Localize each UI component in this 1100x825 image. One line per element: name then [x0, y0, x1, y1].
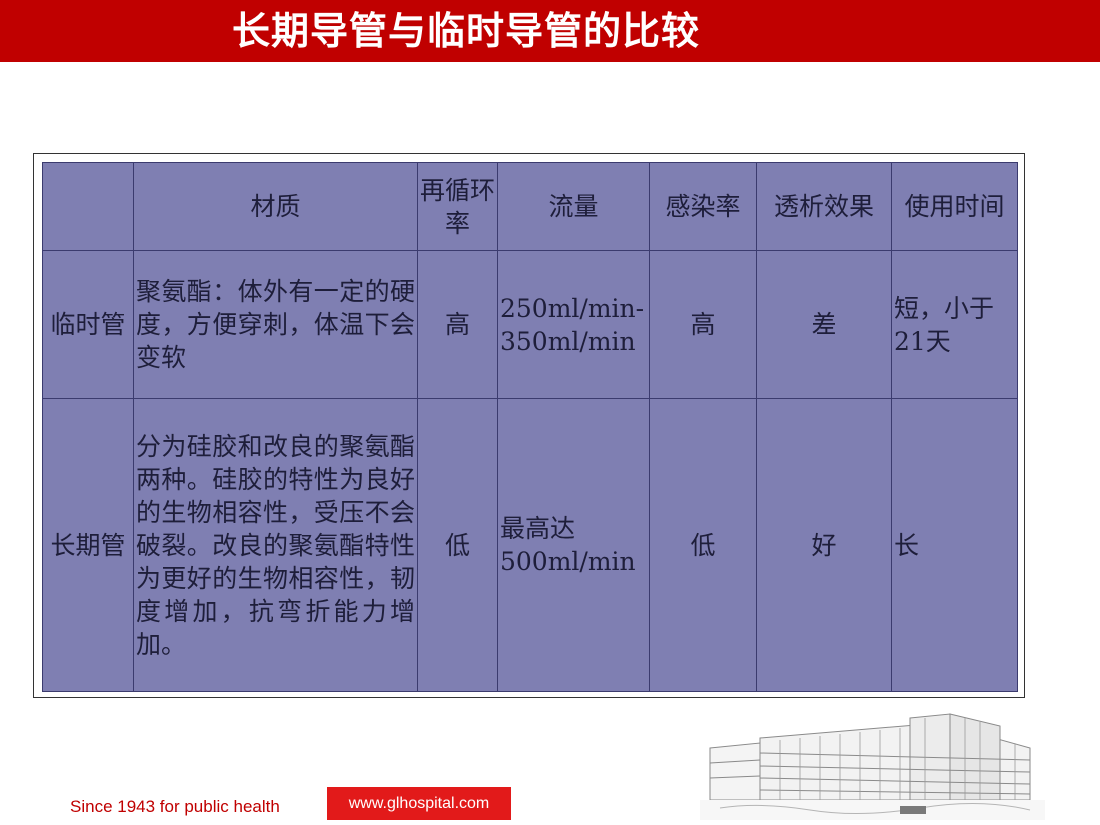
header-cell-recirculation: 再循环率: [417, 162, 498, 251]
row-label: 临时管: [42, 250, 134, 399]
page-title: 长期导管与临时导管的比较: [232, 9, 701, 53]
header-cell-material: 材质: [133, 162, 418, 251]
title-bar: 长期导管与临时导管的比较: [0, 0, 1100, 62]
cell-infection: 高: [649, 250, 757, 399]
cell-infection: 低: [649, 398, 757, 692]
cell-duration: 长: [891, 398, 1018, 692]
cell-effect: 差: [756, 250, 892, 399]
cell-effect: 好: [756, 398, 892, 692]
cell-duration: 短，小于21天: [891, 250, 1018, 399]
footer-url-link[interactable]: www.glhospital.com: [327, 787, 511, 820]
row-label: 长期管: [42, 398, 134, 692]
comparison-table: 材质 再循环率 流量 感染率 透析效果 使用时间 临时管 聚氨酯：体外有一定的硬…: [42, 162, 1018, 692]
table-row: 长期管 分为硅胶和改良的聚氨酯两种。硅胶的特性为良好的生物相容性，受压不会破裂。…: [42, 398, 1018, 692]
header-cell-duration: 使用时间: [891, 162, 1018, 251]
cell-recirculation: 高: [417, 250, 498, 399]
header-cell-empty: [42, 162, 134, 251]
header-cell-effect: 透析效果: [756, 162, 892, 251]
header-cell-flow: 流量: [497, 162, 650, 251]
footer-slogan: Since 1943 for public health: [70, 797, 280, 816]
cell-material: 分为硅胶和改良的聚氨酯两种。硅胶的特性为良好的生物相容性，受压不会破裂。改良的聚…: [133, 398, 418, 692]
header-cell-infection: 感染率: [649, 162, 757, 251]
hospital-building-image: [700, 713, 1045, 820]
cell-flow: 250ml/min-350ml/min: [497, 250, 650, 399]
cell-flow: 最高达500ml/min: [497, 398, 650, 692]
header-row: 材质 再循环率 流量 感染率 透析效果 使用时间: [42, 162, 1018, 251]
table-row: 临时管 聚氨酯：体外有一定的硬度，方便穿刺，体温下会变软 高 250ml/min…: [42, 250, 1018, 399]
cell-material: 聚氨酯：体外有一定的硬度，方便穿刺，体温下会变软: [133, 250, 418, 399]
cell-recirculation: 低: [417, 398, 498, 692]
